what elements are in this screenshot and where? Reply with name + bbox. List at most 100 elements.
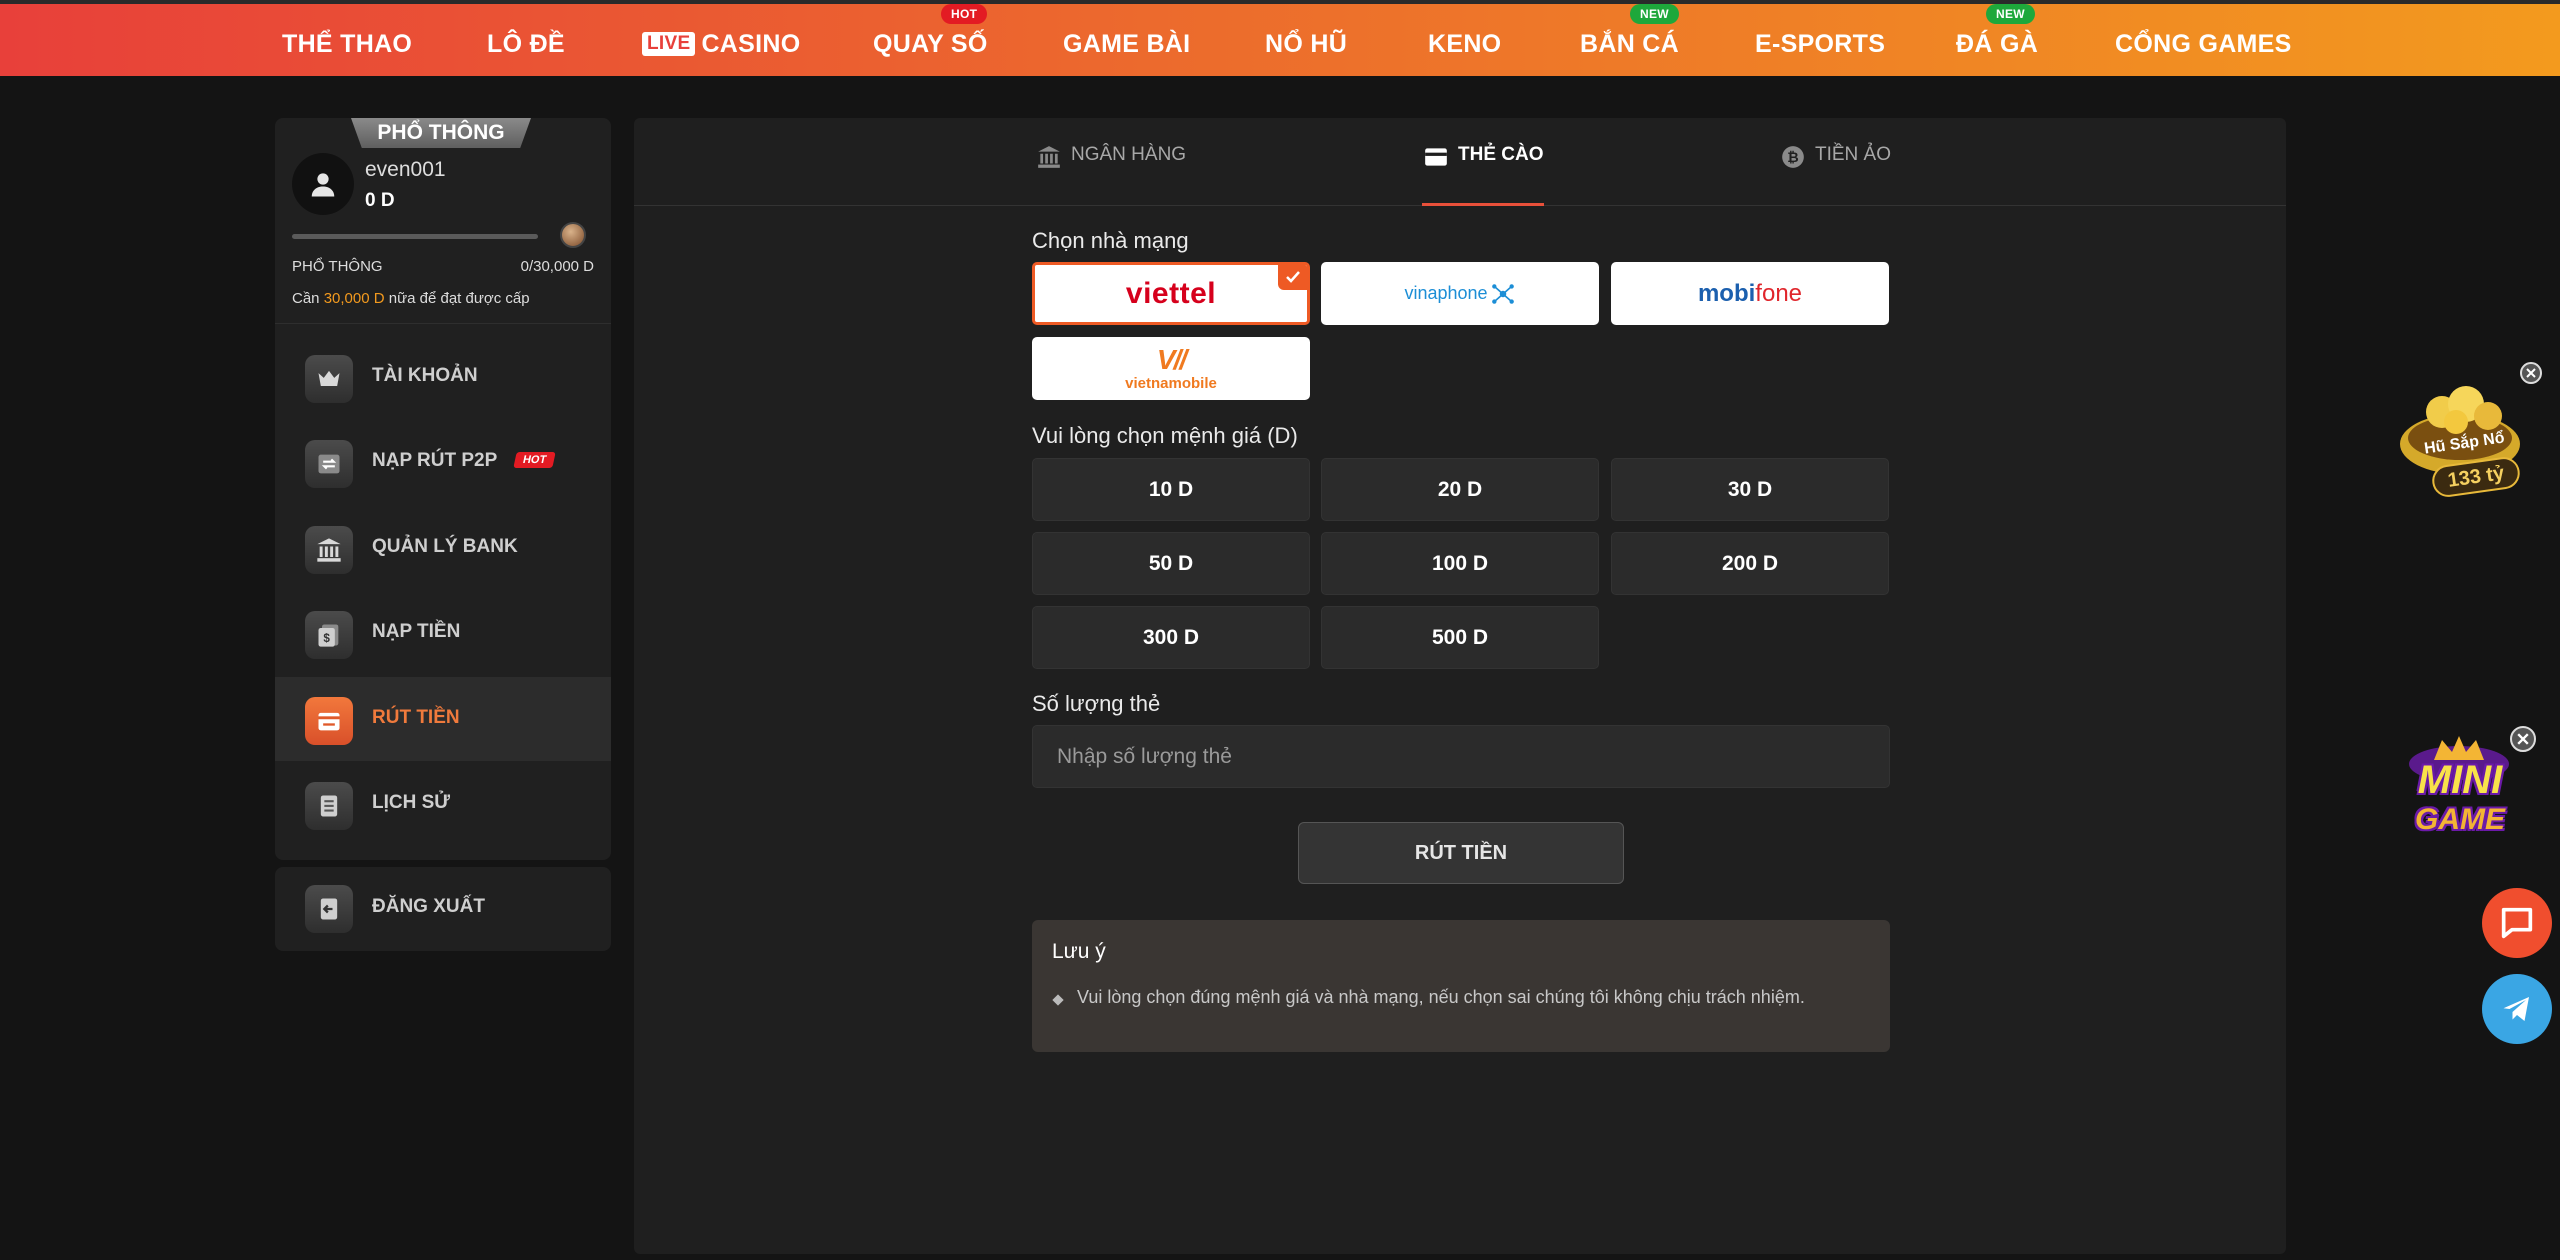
nav-quay-so[interactable]: QUAY SỐ HOT: [873, 4, 988, 64]
sidebar-item-label: LỊCH SỬ: [372, 792, 451, 813]
chat-icon: [2501, 907, 2533, 939]
diamond-bullet-icon: [1052, 994, 1064, 1006]
sidebar-item-lich-su[interactable]: LỊCH SỬ: [275, 762, 611, 846]
mini-game-widget[interactable]: MINI GAME: [2384, 722, 2540, 862]
tier-label: PHỔ THÔNG: [292, 258, 383, 275]
logout-button[interactable]: ĐĂNG XUẤT: [275, 867, 611, 951]
nav-label: THỂ THAO: [282, 30, 413, 58]
nav-lo-de[interactable]: LÔ ĐỀ: [487, 30, 565, 64]
sidebar-item-label: NẠP TIỀN: [372, 621, 461, 642]
mini-text-b: GAME: [2415, 803, 2505, 836]
nav-label: KENO: [1428, 30, 1502, 58]
tab-tien-ao[interactable]: ₿ TIỀN ẢO: [1779, 144, 1891, 204]
tier-tab: PHỔ THÔNG: [351, 118, 531, 148]
quantity-input[interactable]: [1032, 725, 1890, 788]
sidebar-item-label: NẠP RÚT P2P: [372, 450, 498, 471]
carrier-vietnamobile[interactable]: V// vietnamobile: [1032, 337, 1310, 400]
user-icon: [311, 173, 335, 197]
nav-e-sports[interactable]: E-SPORTS: [1755, 30, 1885, 64]
nav-label: BẮN CÁ: [1580, 30, 1680, 58]
account-sidebar: PHỔ THÔNG even001 0 D PHỔ THÔNG 0/30,000…: [275, 118, 611, 860]
withdraw-panel: NGÂN HÀNG THẺ CÀO ₿ TIỀN ẢO Chọn nhà mạn…: [634, 118, 2286, 1254]
history-icon: [305, 782, 353, 830]
note-box: Lưu ý Vui lòng chọn đúng mệnh giá và nhà…: [1032, 920, 1890, 1052]
nav-live-casino[interactable]: LIVE CASINO: [642, 30, 800, 64]
sidebar-item-nap-tien[interactable]: $ NẠP TIỀN: [275, 591, 611, 675]
username: even001: [365, 158, 446, 181]
vinaphone-star-icon: [1491, 283, 1514, 304]
sidebar-item-label: QUẢN LÝ BANK: [372, 536, 518, 557]
new-badge: NEW: [1986, 4, 2035, 24]
note-title: Lưu ý: [1052, 940, 1106, 963]
mobifone-text-a: mobi: [1697, 279, 1756, 307]
live-chat-button[interactable]: [2482, 888, 2552, 958]
tab-the-cao[interactable]: THẺ CÀO: [1422, 144, 1544, 206]
card-icon: [1425, 148, 1447, 166]
jackpot-widget[interactable]: Hũ Sắp Nổ 133 tỷ: [2388, 362, 2542, 512]
nav-cong-games[interactable]: CỔNG GAMES: [2115, 30, 2292, 64]
tier-progress-bar: [292, 234, 538, 239]
hot-badge: HOT: [513, 452, 556, 468]
denom-500[interactable]: 500 D: [1321, 606, 1599, 669]
close-mini-game-icon[interactable]: [2510, 726, 2536, 752]
nav-keno[interactable]: KENO: [1428, 30, 1501, 64]
carrier-vinaphone[interactable]: vinaphone: [1321, 262, 1599, 325]
denom-10[interactable]: 10 D: [1032, 458, 1310, 521]
bank-icon: [1038, 146, 1060, 168]
top-nav: THỂ THAO LÔ ĐỀ LIVE CASINO QUAY SỐ HOT GAM…: [0, 0, 2560, 76]
carrier-mobifone[interactable]: mobifone: [1611, 262, 1889, 325]
mini-text-a: MINI: [2417, 758, 2503, 802]
nav-label: GAME BÀI: [1063, 30, 1191, 58]
quantity-label: Số lượng thẻ: [1032, 691, 1161, 716]
denom-30[interactable]: 30 D: [1611, 458, 1889, 521]
crown-icon: [305, 355, 353, 403]
denom-50[interactable]: 50 D: [1032, 532, 1310, 595]
withdraw-icon: [305, 697, 353, 745]
sidebar-item-tai-khoan[interactable]: TÀI KHOẢN: [275, 335, 611, 419]
nav-label: LÔ ĐỀ: [487, 30, 565, 58]
nav-da-ga[interactable]: ĐÁ GÀ NEW: [1956, 4, 2039, 64]
tier-need-text: Cần 30,000 D nữa để đạt được cấp: [292, 290, 530, 307]
withdraw-method-tabs: NGÂN HÀNG THẺ CÀO ₿ TIỀN ẢO: [634, 118, 2286, 206]
mini-game-logo: MINI GAME: [2390, 760, 2530, 838]
denom-300[interactable]: 300 D: [1032, 606, 1310, 669]
denomination-label: Vui lòng chọn mệnh giá (D): [1032, 423, 1298, 448]
telegram-button[interactable]: [2482, 974, 2552, 1044]
vinaphone-text: vinaphone: [1404, 283, 1488, 303]
denom-200[interactable]: 200 D: [1611, 532, 1889, 595]
svg-text:$: $: [323, 632, 330, 645]
live-badge: LIVE: [642, 32, 696, 56]
vietnamobile-text: vietnamobile: [1125, 375, 1217, 392]
denom-100[interactable]: 100 D: [1321, 532, 1599, 595]
carrier-viettel[interactable]: viettel: [1032, 262, 1310, 325]
denom-20[interactable]: 20 D: [1321, 458, 1599, 521]
tier-progress-text: 0/30,000 D: [520, 258, 594, 275]
avatar: [292, 153, 354, 215]
need-prefix: Cần: [292, 290, 324, 307]
nav-label: QUAY SỐ: [873, 30, 988, 58]
need-suffix: nữa để đạt được cấp: [384, 290, 530, 307]
nav-ban-ca[interactable]: BẮN CÁ NEW: [1580, 4, 1680, 64]
mobifone-text-b: fone: [1755, 279, 1803, 307]
sidebar-item-rut-tien[interactable]: RÚT TIỀN: [275, 677, 611, 761]
vietnamobile-mark: V//: [1156, 344, 1187, 375]
sidebar-item-label: TÀI KHOẢN: [372, 365, 478, 386]
nav-label: NỔ HŨ: [1265, 30, 1348, 58]
nav-label: ĐÁ GÀ: [1956, 30, 2039, 58]
nav-label: E-SPORTS: [1755, 30, 1886, 58]
withdraw-submit-button[interactable]: RÚT TIỀN: [1298, 822, 1624, 884]
sidebar-item-label: RÚT TIỀN: [372, 707, 460, 728]
hot-badge: HOT: [941, 4, 988, 24]
svg-text:₿: ₿: [1787, 149, 1798, 165]
nav-the-thao[interactable]: THỂ THAO: [282, 30, 412, 64]
carrier-label: Chọn nhà mạng: [1032, 228, 1189, 253]
tab-ngan-hang[interactable]: NGÂN HÀNG: [1035, 144, 1186, 204]
sidebar-item-quan-ly-bank[interactable]: QUẢN LÝ BANK: [275, 506, 611, 590]
nav-no-hu[interactable]: NỔ HŨ: [1265, 30, 1347, 64]
mobifone-logo: mobifone: [1698, 280, 1802, 308]
new-badge: NEW: [1630, 4, 1679, 24]
nav-game-bai[interactable]: GAME BÀI: [1063, 30, 1190, 64]
close-jackpot-icon[interactable]: [2520, 362, 2542, 384]
divider: [275, 323, 611, 324]
sidebar-item-nap-rut-p2p[interactable]: NẠP RÚT P2P HOT: [275, 420, 611, 504]
